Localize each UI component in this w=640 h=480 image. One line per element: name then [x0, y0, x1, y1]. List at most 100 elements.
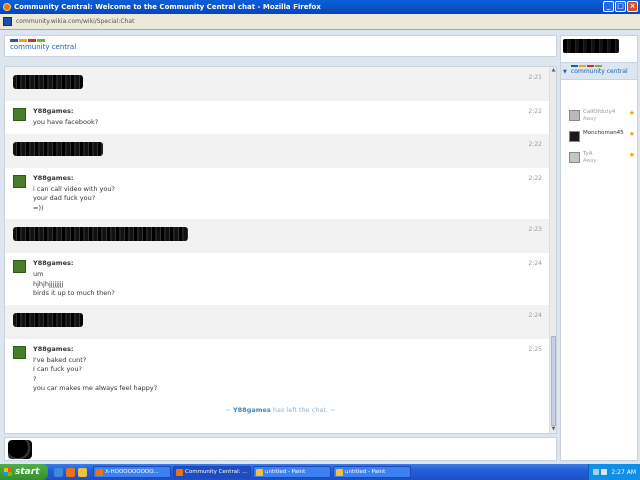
taskbar-task-button[interactable]: X-HOOOOOOOOO... — [93, 466, 171, 478]
message-line: hjhjhjjjjjjjj — [33, 279, 64, 288]
task-buttons: X-HOOOOOOOOO... Community Central: ... unt… — [93, 466, 413, 478]
message-line: you have facebook? — [33, 118, 99, 126]
firefox-quick-icon[interactable] — [66, 467, 75, 477]
scroll-up-arrow[interactable]: ▲ — [550, 67, 556, 74]
message-row: Y88games: I've baked cunt? I can fuck you?… — [5, 339, 556, 400]
user-avatar — [569, 152, 580, 163]
network-icon[interactable] — [593, 469, 600, 475]
taskbar-task-button[interactable]: Community Central: ... — [173, 466, 251, 478]
clock: 2:27 AM — [611, 468, 636, 476]
start-label: start — [15, 467, 40, 477]
message-list: 2:21 Y88games: you have facebook? 2:22 2:22 Y… — [4, 66, 557, 434]
message-row: Y88games: you have facebook? 2:22 — [5, 101, 556, 134]
taskbar-task-button[interactable]: untitled - Paint — [333, 466, 411, 478]
system-tray: 2:27 AM — [588, 464, 640, 480]
quick-launch — [54, 467, 87, 477]
task-label: untitled - Paint — [345, 469, 386, 475]
user-name: CallOfduty4 — [583, 109, 616, 115]
message-timestamp: 2:21 — [528, 74, 542, 81]
message-row: Y88games: um hjhjhjjjjjjjj birds it up to m… — [5, 253, 556, 305]
redacted-message-scribble — [13, 75, 83, 89]
leave-prefix: ~ — [225, 405, 233, 414]
message-timestamp: 2:24 — [528, 260, 542, 267]
self-user-redacted[interactable] — [563, 39, 619, 53]
collapse-triangle-icon[interactable]: ▼ — [563, 69, 567, 75]
user-list-item[interactable]: Monchoman45 ★ — [569, 130, 637, 146]
admin-star-icon: ★ — [628, 109, 635, 117]
admin-star-icon: ★ — [628, 130, 635, 138]
task-app-icon — [96, 468, 103, 476]
user-name: TyA — [583, 151, 593, 157]
user-avatar — [569, 110, 580, 121]
window-title: Community Central: Welcome to the Commun… — [14, 3, 321, 11]
windows-logo-icon — [4, 468, 12, 476]
message-scrollbar[interactable]: ▲ ▼ — [549, 67, 556, 433]
scroll-down-arrow[interactable]: ▼ — [550, 426, 556, 433]
taskbar-task-button[interactable]: untitled - Paint — [253, 466, 331, 478]
message-line: you car makes me always feel happy? — [33, 384, 158, 392]
message-line: your dad fuck you? — [33, 194, 96, 202]
volume-icon[interactable] — [601, 469, 608, 475]
user-list-item[interactable]: TyA Away ★ — [569, 151, 637, 167]
message-username[interactable]: Y88games: — [33, 345, 556, 353]
message-username[interactable]: Y88games: — [33, 174, 556, 182]
message-row: 2:24 — [5, 304, 556, 339]
task-label: untitled - Paint — [265, 469, 306, 475]
logo-bars — [10, 39, 76, 42]
message-timestamp: 2:22 — [528, 140, 542, 148]
task-label: Community Central: ... — [185, 469, 248, 475]
leave-user[interactable]: Y88games — [233, 406, 271, 414]
message-timestamp: 2:23 — [528, 226, 542, 233]
chat-header: community central — [4, 35, 557, 57]
admin-star-icon: ★ — [628, 151, 635, 159]
ie-icon[interactable] — [54, 467, 63, 477]
self-avatar — [8, 440, 32, 459]
task-label: X-HOOOOOOOOO... — [105, 469, 159, 475]
message-username[interactable]: Y88games: — [33, 107, 556, 115]
redacted-message-scribble — [13, 141, 103, 156]
scroll-thumb[interactable] — [551, 336, 556, 426]
firefox-icon — [3, 3, 11, 11]
message-line: um — [33, 270, 44, 278]
minimize-button[interactable]: _ — [603, 1, 614, 12]
message-line: ? — [33, 374, 37, 383]
task-app-icon — [176, 468, 183, 476]
window-titlebar[interactable]: Community Central: Welcome to the Commun… — [0, 0, 640, 14]
message-row: 2:22 — [5, 133, 556, 168]
room-label: community central — [571, 68, 628, 75]
user-status: Away — [583, 158, 597, 164]
chat-input-area — [4, 437, 557, 461]
community-central-logo[interactable]: community central — [10, 39, 76, 51]
room-logo: community central — [571, 65, 628, 75]
message-line: i can call video with you? — [33, 184, 115, 193]
url-text[interactable]: community.wikia.com/wiki/Special:Chat — [16, 18, 134, 25]
task-app-icon — [256, 468, 263, 476]
user-status: Away — [583, 116, 597, 122]
message-timestamp: 2:24 — [528, 311, 542, 319]
leave-notice: ~ Y88games has left the chat. ~ — [5, 400, 556, 420]
user-avatar[interactable] — [13, 174, 26, 188]
room-header[interactable]: ▼ community central — [561, 62, 637, 80]
window-controls: _ □ × — [603, 1, 638, 12]
close-button[interactable]: × — [627, 1, 638, 12]
redacted-message-scribble — [13, 312, 83, 327]
message-row: 2:21 — [5, 67, 556, 101]
address-bar[interactable]: community.wikia.com/wiki/Special:Chat — [0, 14, 640, 30]
user-avatar[interactable] — [13, 260, 26, 273]
message-username[interactable]: Y88games: — [33, 259, 556, 267]
chat-app: community central 2:21 Y88games: you have … — [0, 30, 640, 464]
site-identity-icon[interactable] — [3, 17, 12, 26]
folder-icon[interactable] — [78, 467, 87, 477]
user-avatar[interactable] — [13, 345, 26, 359]
user-list-item[interactable]: CallOfduty4 Away ★ — [569, 109, 637, 125]
chat-input[interactable] — [37, 441, 552, 457]
message-line: I've baked cunt? — [33, 355, 87, 364]
message-row: Y88games: i can call video with you? your … — [5, 168, 556, 220]
taskbar: start X-HOOOOOOOOO... Community Central: … — [0, 464, 640, 480]
message-line: I can fuck you? — [33, 365, 82, 373]
message-line: =)) — [33, 203, 44, 212]
user-avatar[interactable] — [13, 108, 26, 121]
task-app-icon — [336, 468, 343, 476]
maximize-button[interactable]: □ — [615, 1, 626, 12]
start-button[interactable]: start — [0, 464, 48, 480]
